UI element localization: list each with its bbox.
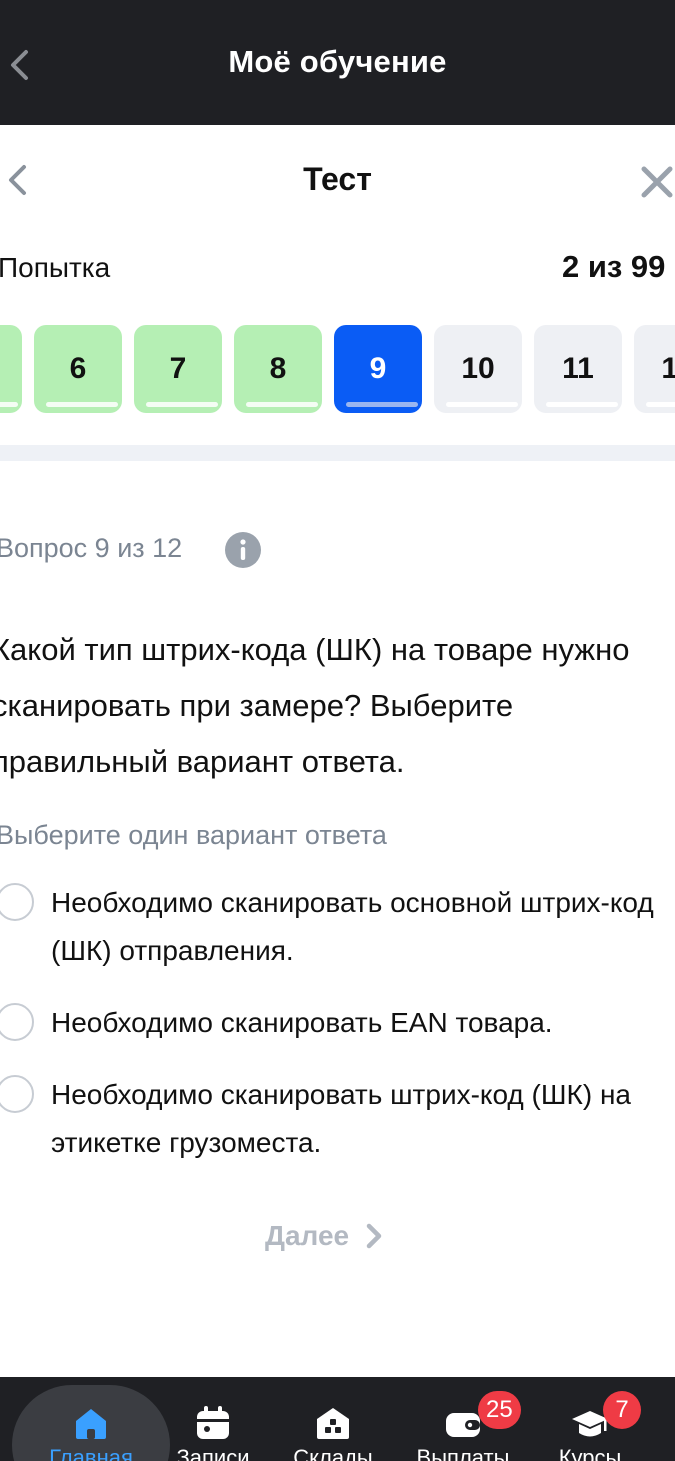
nav-label: Выплаты	[416, 1445, 510, 1461]
nav-label: Склады	[293, 1445, 373, 1461]
next-button[interactable]: Далее	[265, 1220, 385, 1252]
courses-badge: 7	[603, 1391, 641, 1429]
bottom-navigation: Главная Записи Склады 25 Выплаты 7 Курсы	[0, 1377, 675, 1461]
question-tile[interactable]: 7	[134, 325, 222, 413]
question-tile-number: 11	[562, 352, 594, 385]
question-tile[interactable]: 5	[0, 325, 22, 413]
nav-item-home[interactable]: Главная	[26, 1377, 156, 1461]
attempt-counter: 2 из 99	[562, 249, 666, 284]
tile-progress-bar	[646, 402, 675, 407]
question-tile-number: 7	[169, 352, 187, 385]
test-title: Тест	[303, 161, 372, 197]
question-tile[interactable]: 6	[34, 325, 122, 413]
radio-button[interactable]	[0, 1003, 34, 1041]
next-button-label: Далее	[265, 1220, 350, 1251]
question-tile-number: 8	[269, 352, 287, 385]
radio-button[interactable]	[0, 1075, 34, 1113]
tile-progress-bar	[0, 402, 18, 407]
app-bar: Моё обучение	[0, 0, 675, 125]
tile-progress-bar	[146, 402, 218, 407]
question-tile[interactable]: 11	[534, 325, 622, 413]
section-divider	[0, 445, 675, 461]
tile-progress-bar	[46, 402, 118, 407]
home-icon	[76, 1409, 106, 1439]
question-counter: Вопрос 9 из 12	[0, 533, 183, 563]
close-icon[interactable]	[638, 163, 675, 201]
nav-item-warehouses[interactable]: Склады	[268, 1377, 398, 1461]
answer-option-text: Необходимо сканировать EAN товара.	[51, 1007, 553, 1038]
question-tile[interactable]: 12	[634, 325, 675, 413]
question-navigator: 5 6 7 8 9 10 11 12	[0, 325, 675, 413]
question-tile-number: 9	[369, 352, 387, 385]
question-tile-number: 10	[461, 352, 495, 385]
nav-label: Курсы	[558, 1445, 622, 1461]
tile-progress-bar	[346, 402, 418, 407]
warehouse-icon	[317, 1408, 349, 1439]
calendar-icon	[197, 1406, 229, 1439]
chevron-right-icon	[366, 1223, 382, 1249]
nav-item-records[interactable]: Записи	[148, 1377, 278, 1461]
answer-option-text: Необходимо сканировать основной штрих-ко…	[51, 887, 654, 966]
nav-label: Записи	[176, 1445, 250, 1461]
tile-progress-bar	[246, 402, 318, 407]
attempt-label: Попытка	[0, 252, 111, 283]
nav-item-payouts[interactable]: 25 Выплаты	[398, 1377, 528, 1461]
test-header: Тест	[0, 125, 675, 235]
nav-label: Главная	[49, 1445, 133, 1461]
question-tile[interactable]: 8	[234, 325, 322, 413]
question-text: Какой тип штрих-кода (ШК) на товаре нужн…	[0, 632, 630, 779]
radio-button[interactable]	[0, 883, 34, 921]
payouts-badge: 25	[478, 1391, 521, 1429]
info-icon[interactable]	[224, 531, 262, 569]
question-tile-number: 12	[661, 352, 675, 385]
app-title: Моё обучение	[228, 44, 447, 79]
question-tile[interactable]: 10	[434, 325, 522, 413]
answer-option-text: Необходимо сканировать штрих-код (ШК) на…	[51, 1079, 631, 1158]
question-tile-current[interactable]: 9	[334, 325, 422, 413]
wallet-icon	[446, 1413, 480, 1437]
answer-hint: Выберите один вариант ответа	[0, 820, 387, 850]
tile-progress-bar	[546, 402, 618, 407]
tile-progress-bar	[446, 402, 518, 407]
question-tile-number: 6	[69, 352, 87, 385]
nav-item-courses[interactable]: 7 Курсы	[525, 1377, 655, 1461]
